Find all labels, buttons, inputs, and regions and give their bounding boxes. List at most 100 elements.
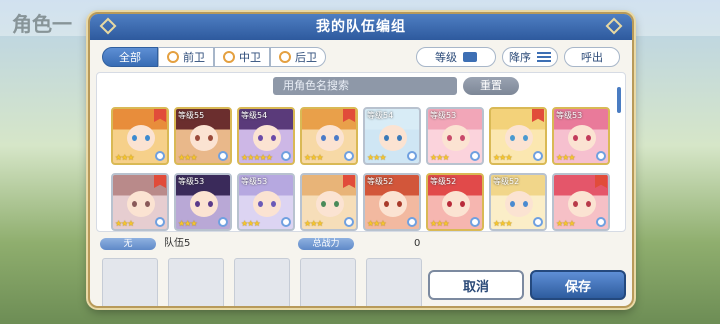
bookmark-ribbon-icon	[343, 175, 355, 188]
tab-back-label: 后卫	[295, 51, 317, 64]
star-rating: ★★★	[493, 219, 512, 228]
role-indicator-icon	[344, 151, 354, 161]
tab-all-label: 全部	[119, 51, 141, 64]
call-out-label: 呼出	[581, 51, 603, 64]
tab-front[interactable]: 前卫	[158, 47, 214, 67]
tab-middle-label: 中卫	[239, 51, 261, 64]
character-card[interactable]: 等级53 ★★★	[237, 173, 295, 231]
party-info-bar: 无 队伍5 总战力 0	[100, 238, 422, 252]
party-slot[interactable]	[300, 258, 356, 306]
portrait-eye	[334, 135, 339, 141]
star-rating: ★★★★★	[241, 153, 273, 162]
character-card[interactable]: ★★★	[300, 107, 358, 165]
portrait-eye	[510, 135, 515, 141]
character-card[interactable]: 等级52 ★★★	[426, 173, 484, 231]
role-indicator-icon	[470, 151, 480, 161]
character-grid: ★★★ 等级55 ★★★ 等级54 ★★★★★ ★★★ 等级54 ★★★ 等级53 ★★★ ★★★ 等…	[111, 107, 610, 231]
character-card[interactable]: 等级53 ★★★	[174, 173, 232, 231]
portrait-eye	[460, 201, 465, 207]
character-level: 等级53	[430, 111, 457, 120]
portrait-eye	[523, 201, 528, 207]
portrait-eye	[208, 201, 213, 207]
dialog-title: 我的队伍编组	[316, 19, 406, 35]
character-card[interactable]: ★★★	[489, 107, 547, 165]
sort-lines-icon	[537, 52, 551, 62]
portrait-eye	[447, 135, 452, 141]
name-search-input[interactable]: 用角色名搜索	[273, 77, 457, 95]
role-indicator-icon	[407, 217, 417, 227]
character-card[interactable]: ★★★	[111, 107, 169, 165]
role-indicator-icon	[218, 151, 228, 161]
character-card[interactable]: ★★★	[300, 173, 358, 231]
role-indicator-icon	[218, 217, 228, 227]
portrait-eye	[384, 135, 389, 141]
star-rating: ★★★	[178, 219, 197, 228]
character-level: 等级53	[556, 111, 583, 120]
character-card[interactable]: ★★★	[111, 173, 169, 231]
character-card[interactable]: 等级54 ★★★	[363, 107, 421, 165]
list-scrollbar[interactable]	[617, 87, 621, 113]
header-right-ornament-icon	[605, 17, 623, 35]
role-indicator-icon	[155, 151, 165, 161]
role-indicator-icon	[407, 151, 417, 161]
portrait-eye	[523, 135, 528, 141]
portrait-eye	[208, 135, 213, 141]
character-card[interactable]: 等级53 ★★★	[426, 107, 484, 165]
dialog-header: 我的队伍编组	[90, 14, 632, 40]
bookmark-ribbon-icon	[595, 175, 607, 188]
cancel-button[interactable]: 取消	[428, 270, 524, 300]
portrait-eye	[334, 201, 339, 207]
tab-all[interactable]: 全部	[102, 47, 158, 67]
portrait-eye	[271, 135, 276, 141]
character-card[interactable]: 等级55 ★★★	[174, 107, 232, 165]
bookmark-ribbon-icon	[154, 109, 166, 122]
order-button[interactable]: 降序	[502, 47, 558, 67]
portrait-eye	[447, 201, 452, 207]
role-indicator-icon	[281, 151, 291, 161]
save-button[interactable]: 保存	[530, 270, 626, 300]
star-rating: ★★★	[241, 219, 260, 228]
party-slots	[102, 258, 422, 306]
portrait-eye	[195, 135, 200, 141]
tab-front-label: 前卫	[183, 51, 205, 64]
portrait-eye	[258, 201, 263, 207]
total-power-badge: 总战力	[298, 238, 354, 250]
portrait-eye	[573, 135, 578, 141]
party-slot[interactable]	[366, 258, 422, 306]
star-rating: ★★★	[430, 153, 449, 162]
star-rating: ★★★	[556, 219, 575, 228]
character-card[interactable]: 等级52 ★★★	[363, 173, 421, 231]
level-sort-label: 等级	[435, 51, 457, 64]
portrait-eye	[271, 201, 276, 207]
character-card[interactable]: 等级52 ★★★	[489, 173, 547, 231]
character-card[interactable]: ★★★	[552, 173, 610, 231]
role-indicator-icon	[533, 151, 543, 161]
portrait-eye	[397, 135, 402, 141]
tab-middle[interactable]: 中卫	[214, 47, 270, 67]
level-sort-button[interactable]: 等级	[416, 47, 496, 67]
star-rating: ★★★	[430, 219, 449, 228]
character-list-panel: 用角色名搜索 重置 ★★★ 等级55 ★★★ 等级54 ★★★★★ ★★★ 等级54 ★★★ 等…	[96, 72, 626, 232]
portrait-eye	[586, 201, 591, 207]
role-indicator-icon	[281, 217, 291, 227]
portrait-eye	[321, 135, 326, 141]
role-indicator-icon	[155, 217, 165, 227]
character-card[interactable]: 等级53 ★★★	[552, 107, 610, 165]
portrait-eye	[132, 135, 137, 141]
portrait-eye	[145, 135, 150, 141]
party-tag: 无	[100, 238, 156, 250]
portrait-eye	[145, 201, 150, 207]
party-slot[interactable]	[168, 258, 224, 306]
call-out-button[interactable]: 呼出	[564, 47, 620, 67]
tab-back[interactable]: 后卫	[270, 47, 326, 67]
bookmark-ribbon-icon	[532, 109, 544, 122]
reset-button[interactable]: 重置	[463, 77, 519, 95]
character-card[interactable]: 等级54 ★★★★★	[237, 107, 295, 165]
role-indicator-icon	[344, 217, 354, 227]
role-indicator-icon	[596, 151, 606, 161]
character-level: 等级55	[178, 111, 205, 120]
party-slot[interactable]	[102, 258, 158, 306]
party-slot[interactable]	[234, 258, 290, 306]
portrait-eye	[573, 201, 578, 207]
portrait-eye	[586, 135, 591, 141]
